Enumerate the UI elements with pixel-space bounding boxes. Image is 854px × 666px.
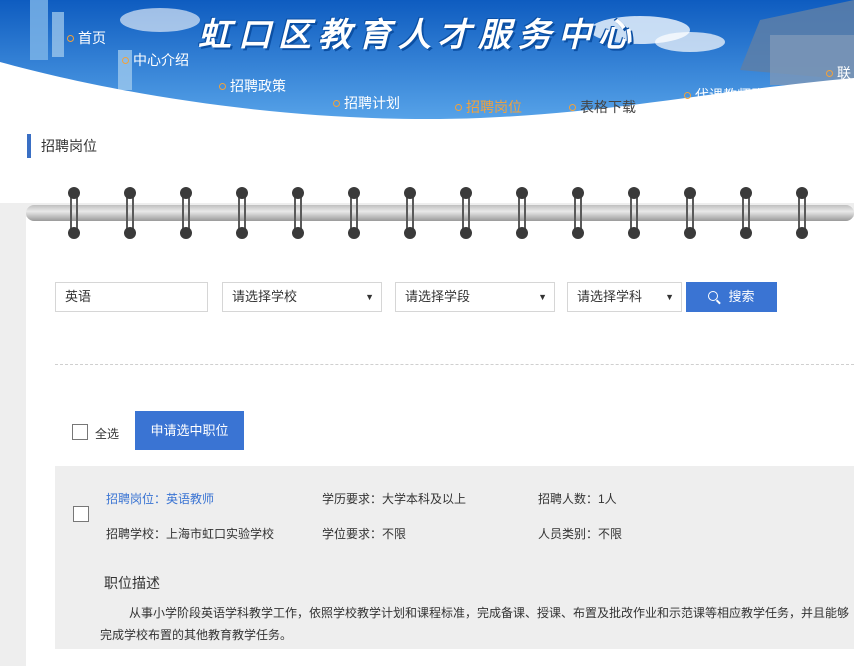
notebook-ring bbox=[682, 187, 698, 239]
nav-label: 招聘岗位 bbox=[466, 99, 522, 115]
job-education: 学历要求：大学本科及以上 bbox=[322, 492, 467, 506]
nav-label: 中心介绍 bbox=[133, 52, 189, 68]
job-category: 人员类别：不限 bbox=[538, 527, 623, 541]
nav-label: 代课教师登记 bbox=[695, 87, 779, 103]
dropdown-arrow-icon: ▼ bbox=[665, 292, 674, 302]
dropdown-arrow-icon: ▼ bbox=[538, 292, 547, 302]
job-checkbox[interactable] bbox=[73, 506, 89, 522]
nav-label: 招聘政策 bbox=[230, 78, 286, 94]
nav-label: 招聘计划 bbox=[344, 95, 400, 111]
search-button[interactable]: 搜索 bbox=[686, 282, 777, 312]
dropdown-arrow-icon: ▼ bbox=[365, 292, 374, 302]
notebook-ring bbox=[402, 187, 418, 239]
bullet-icon bbox=[684, 91, 691, 99]
bullet-icon bbox=[67, 34, 74, 42]
notebook-ring bbox=[738, 187, 754, 239]
select-all-label[interactable]: 全选 bbox=[95, 425, 119, 442]
school-select[interactable]: 请选择学校 ▼ bbox=[222, 282, 382, 312]
notebook-ring bbox=[514, 187, 530, 239]
search-icon bbox=[708, 291, 719, 301]
notebook-ring bbox=[66, 187, 82, 239]
school-select-value: 请选择学校 bbox=[232, 289, 298, 304]
job-position-link[interactable]: 招聘岗位：英语教师 bbox=[106, 490, 214, 507]
notebook-ring bbox=[178, 187, 194, 239]
notebook-ring bbox=[290, 187, 306, 239]
subject-select-value: 请选择学科 bbox=[577, 289, 643, 304]
divider bbox=[55, 364, 854, 365]
bullet-icon bbox=[333, 99, 340, 107]
site-title: 虹口区教育人才服务中心 bbox=[198, 15, 638, 54]
nav-policy[interactable]: 招聘政策 bbox=[219, 76, 286, 96]
nav-label: 联 bbox=[837, 65, 851, 81]
keyword-input[interactable]: 英语 bbox=[55, 282, 208, 312]
job-headcount: 招聘人数：1人 bbox=[538, 492, 617, 506]
job-description-line: 从事小学阶段英语学科教学工作，依照学校教学计划和课程标准，完成备课、授课、布置及… bbox=[129, 606, 850, 620]
job-description-line: 完成学校布置的其他教育教学任务。 bbox=[100, 628, 293, 642]
header-banner: 虹口区教育人才服务中心 首页 中心介绍 招聘政策 招聘计划 招聘岗位 表格下载 … bbox=[0, 0, 854, 125]
search-button-label: 搜索 bbox=[728, 289, 755, 304]
job-description: 从事小学阶段英语学科教学工作，依照学校教学计划和课程标准，完成备课、授课、布置及… bbox=[100, 602, 854, 646]
page-title: 招聘岗位 bbox=[27, 134, 97, 158]
nav-positions[interactable]: 招聘岗位 bbox=[455, 97, 522, 117]
nav-label: 首页 bbox=[78, 30, 106, 46]
select-all-checkbox[interactable] bbox=[72, 424, 88, 440]
nav-substitute[interactable]: 代课教师登记 bbox=[684, 85, 779, 105]
apply-selected-button[interactable]: 申请选中职位 bbox=[135, 411, 244, 450]
job-school: 招聘学校：上海市虹口实验学校 bbox=[106, 527, 275, 541]
bullet-icon bbox=[826, 69, 833, 77]
notebook-ring bbox=[626, 187, 642, 239]
stage-select-value: 请选择学段 bbox=[405, 289, 471, 304]
notebook-ring bbox=[346, 187, 362, 239]
job-degree: 学位要求：不限 bbox=[322, 527, 407, 541]
stage-select[interactable]: 请选择学段 ▼ bbox=[395, 282, 555, 312]
bullet-icon bbox=[219, 82, 226, 90]
nav-home[interactable]: 首页 bbox=[67, 28, 106, 48]
bullet-icon bbox=[569, 103, 576, 111]
notebook-spine bbox=[26, 205, 854, 221]
notebook-ring bbox=[458, 187, 474, 239]
nav-about[interactable]: 中心介绍 bbox=[122, 50, 189, 70]
bullet-icon bbox=[455, 103, 462, 111]
nav-plan[interactable]: 招聘计划 bbox=[333, 93, 400, 113]
nav-forms[interactable]: 表格下载 bbox=[569, 97, 636, 117]
job-description-title: 职位描述 bbox=[104, 575, 160, 591]
notebook-ring bbox=[570, 187, 586, 239]
nav-contact[interactable]: 联 bbox=[826, 63, 851, 83]
bullet-icon bbox=[122, 56, 129, 64]
nav-label: 表格下载 bbox=[580, 99, 636, 115]
notebook-ring bbox=[794, 187, 810, 239]
notebook-ring bbox=[234, 187, 250, 239]
notebook-ring bbox=[122, 187, 138, 239]
subject-select[interactable]: 请选择学科 ▼ bbox=[567, 282, 682, 312]
